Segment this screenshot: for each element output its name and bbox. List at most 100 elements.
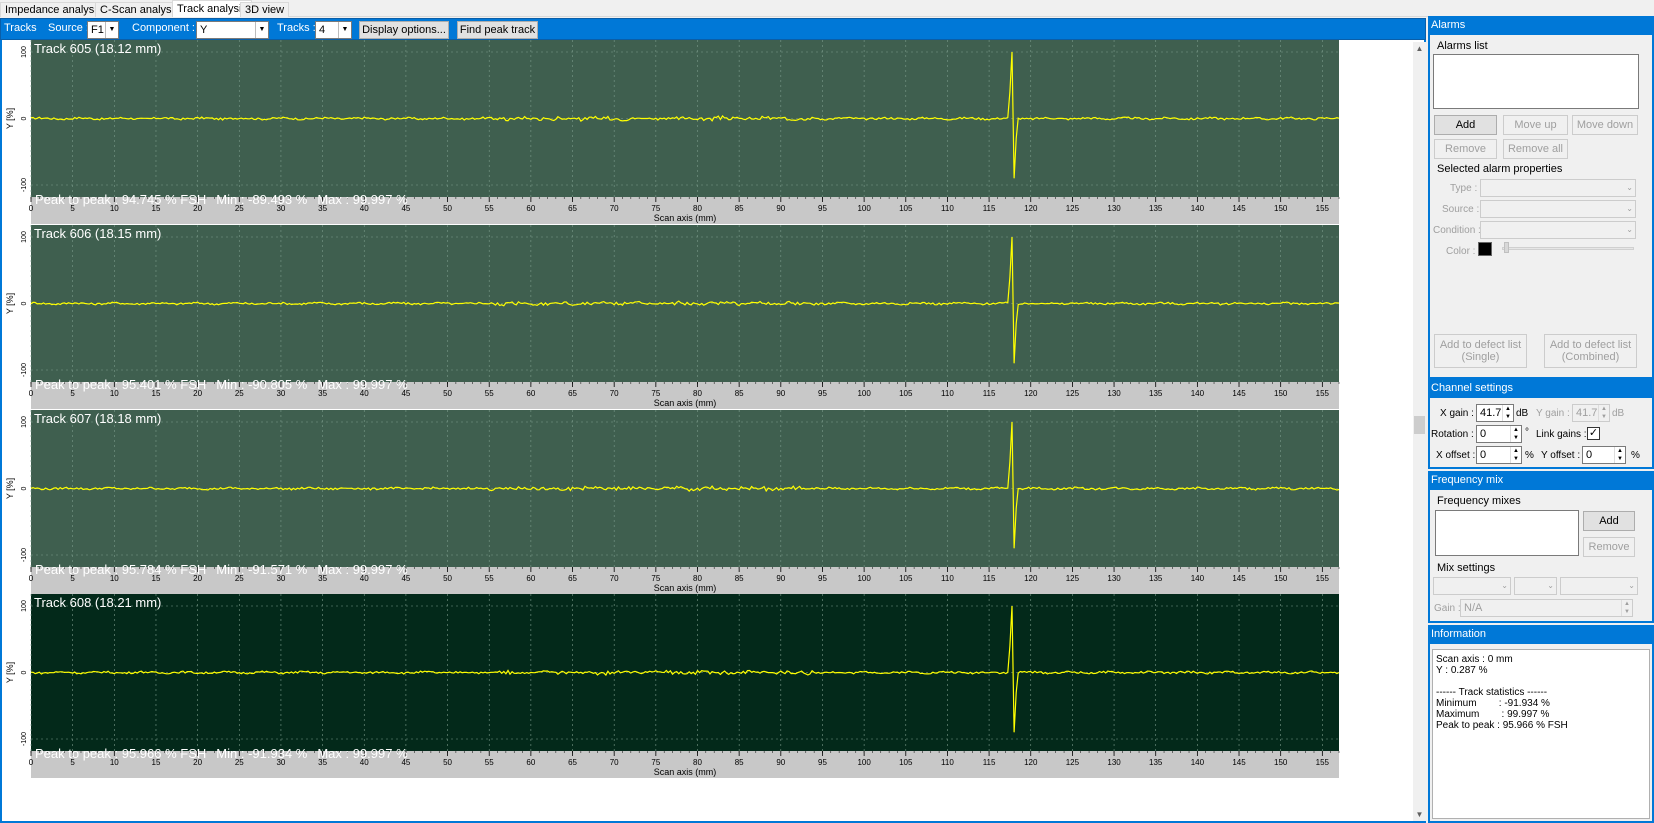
vertical-scrollbar[interactable]: ▲ ▼ [1413,42,1426,821]
x-tick-label: 110 [941,389,954,398]
y-gain-input[interactable]: 41.7 ▲ ▼ [1572,404,1610,422]
scroll-down-icon[interactable]: ▼ [1413,808,1426,821]
add-defect-combined-button[interactable]: Add to defect list (Combined) [1544,334,1637,368]
alarm-move-down-button[interactable]: Move down [1572,115,1638,135]
slider-thumb-icon[interactable] [1504,242,1509,253]
x-tick-label: 135 [1149,574,1163,583]
display-options-button[interactable]: Display options... [359,21,449,39]
y-tick-label: 0 [21,670,28,674]
mix-gain-input[interactable]: N/A ▲ ▼ [1460,599,1633,617]
mix-add-button[interactable]: Add [1583,511,1635,531]
x-tick-label: 55 [485,204,494,213]
spinner-icon[interactable]: ▲ ▼ [1614,447,1625,463]
alarm-add-button[interactable]: Add [1434,115,1497,135]
track-plot[interactable]: 0 5 10 15 20 25 30 35 40 45 50 55 60 65 70 75 80 85 90 95 10… [4,225,1411,420]
track-plot[interactable]: 0 5 10 15 20 25 30 35 40 45 50 55 60 65 70 75 80 85 90 95 10… [4,410,1411,605]
mix-settings-label: Mix settings [1437,562,1496,574]
x-tick-label: 150 [1274,204,1288,213]
track-stats: Peak to peak : 94.745 % FSH Min : -89.493… [35,192,418,207]
info-line-2: Y : 0.287 % [1436,665,1488,676]
alarm-remove-all-button[interactable]: Remove all [1503,139,1568,159]
mix-select-2[interactable]: ⌄ [1514,577,1557,595]
x-gain-unit: dB [1516,408,1529,419]
x-offset-label: X offset : [1436,450,1476,461]
rotation-input[interactable]: 0 ▲ ▼ [1476,425,1522,443]
spinner-icon[interactable]: ▲ ▼ [1510,447,1521,463]
y-tick-label: -100 [21,178,28,192]
x-tick-label: 125 [1066,758,1080,767]
x-tick-label: 110 [941,204,954,213]
information-panel: Information Scan axis : 0 mm Y : 0.287 %… [1428,625,1654,823]
spinner-icon[interactable]: ▲ ▼ [1510,426,1521,442]
x-offset-value: 0 [1480,449,1487,461]
mix-select-1[interactable]: ⌄ [1433,577,1511,595]
x-tick-label: 80 [693,204,702,213]
channel-settings-panel: Channel settings X gain : 41.7 ▲ ▼ dB Y ga… [1428,379,1654,469]
tracks-count-select[interactable]: 4 ▼ [315,21,352,39]
x-tick-label: 75 [651,389,660,398]
track-plot[interactable]: 0 5 10 15 20 25 30 35 40 45 50 55 60 65 70 75 80 85 90 95 10… [4,594,1411,789]
track-stat-p2p: Peak to peak : 95.401 % FSH [35,377,207,392]
x-tick-label: 135 [1149,389,1163,398]
alarm-color-swatch[interactable] [1478,242,1492,256]
x-tick-label: 60 [526,389,535,398]
x-tick-label: 50 [443,574,452,583]
scroll-up-icon[interactable]: ▲ [1413,42,1426,55]
y-tick-label: 0 [21,301,28,305]
alarm-move-up-button[interactable]: Move up [1503,115,1568,135]
x-tick-label: 150 [1274,389,1288,398]
x-tick-label: 55 [485,758,494,767]
source-select[interactable]: F1 ▼ [87,21,119,39]
x-tick-label: 120 [1024,574,1038,583]
spinner-icon[interactable]: ▲ ▼ [1502,405,1513,421]
alarm-type-select[interactable]: ⌄ [1480,179,1636,197]
x-tick-label: 110 [941,574,954,583]
component-select[interactable]: Y ▼ [196,21,269,39]
x-gain-input[interactable]: 41.7 ▲ ▼ [1476,404,1514,422]
add-defect-single-button[interactable]: Add to defect list (Single) [1434,334,1527,368]
x-tick-label: 150 [1274,574,1288,583]
track-plot[interactable]: 0 5 10 15 20 25 30 35 40 45 50 55 60 65 70 75 80 85 90 95 10… [4,40,1411,235]
alarm-source-select[interactable]: ⌄ [1480,200,1636,218]
alarms-list[interactable] [1433,54,1639,109]
mix-select-3[interactable]: ⌄ [1560,577,1638,595]
link-gains-checkbox[interactable]: ✓ [1587,427,1600,440]
y-offset-input[interactable]: 0 ▲ ▼ [1582,446,1626,464]
y-offset-label: Y offset : [1541,450,1581,461]
x-tick-label: 60 [526,758,535,767]
frequency-mixes-list[interactable] [1435,510,1579,556]
chevron-down-icon: ⌄ [1626,225,1633,234]
y-offset-value: 0 [1586,449,1593,461]
x-tick-label: 80 [693,574,702,583]
spinner-icon[interactable]: ▲ ▼ [1598,405,1609,421]
x-tick-label: 95 [818,574,827,583]
alarm-condition-select[interactable]: ⌄ [1480,221,1636,239]
spinner-icon[interactable]: ▲ ▼ [1621,600,1632,616]
tab-impedance-analysis[interactable]: Impedance analysis [0,2,108,17]
alarm-remove-button[interactable]: Remove [1434,139,1497,159]
x-tick-label: 155 [1316,758,1330,767]
x-tick-label: 85 [735,389,744,398]
x-tick-label: 50 [443,389,452,398]
alarm-color-slider[interactable] [1502,247,1634,250]
rotation-label: Rotation : [1431,429,1474,440]
tracks-label: Tracks : [277,22,316,34]
track-stat-max: Max : 99.997 % [317,192,408,207]
x-tick-label: 145 [1232,758,1246,767]
tab-3d-view[interactable]: 3D view [240,2,290,17]
x-tick-label: 145 [1232,389,1246,398]
track-plots-area: 0 5 10 15 20 25 30 35 40 45 50 55 60 65 70 75 80 85 90 95 10… [0,40,1426,823]
x-tick-label: 55 [485,389,494,398]
x-tick-label: 65 [568,574,577,583]
track-stat-max: Max : 99.997 % [317,377,408,392]
x-offset-input[interactable]: 0 ▲ ▼ [1476,446,1522,464]
x-tick-label: 110 [941,758,954,767]
find-peak-track-button[interactable]: Find peak track [457,21,538,39]
alarm-color-label: Color : [1446,246,1476,257]
y-tick-label: 100 [21,231,28,243]
track-stat-max: Max : 99.997 % [317,562,408,577]
y-tick-label: 100 [21,46,28,58]
mix-remove-button[interactable]: Remove [1583,537,1635,557]
scrollbar-thumb[interactable] [1414,416,1425,434]
x-tick-label: 70 [610,574,619,583]
